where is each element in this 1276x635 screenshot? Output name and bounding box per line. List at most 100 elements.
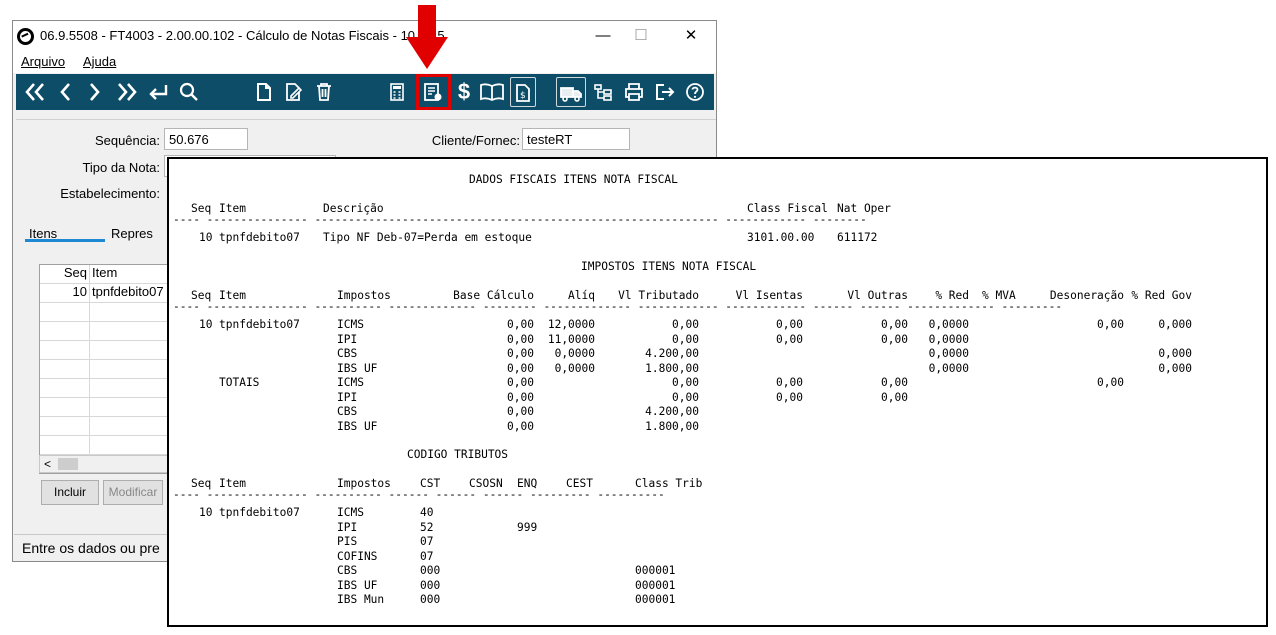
client-label: Cliente/Fornec: xyxy=(431,133,520,148)
s2-cell-red: 0,0000 xyxy=(928,318,969,331)
app-logo-icon xyxy=(17,28,34,45)
table-row[interactable] xyxy=(40,341,178,360)
search-icon[interactable] xyxy=(176,77,202,107)
menu-arquivo[interactable]: Arquivo xyxy=(21,54,65,69)
grid-header-item: Item xyxy=(92,265,118,280)
window-title: 06.9.5508 - FT4003 - 2.00.00.102 - Cálcu… xyxy=(40,28,445,43)
estabelecimento-label: Estabelecimento: xyxy=(60,186,160,201)
new-icon[interactable] xyxy=(252,77,276,107)
calculator-icon[interactable] xyxy=(386,77,408,107)
prev-icon[interactable] xyxy=(54,77,76,107)
modificar-button[interactable]: Modificar xyxy=(103,480,163,505)
seq-label: Sequência: xyxy=(94,133,160,148)
client-field[interactable]: testeRT xyxy=(522,128,630,150)
minimize-button[interactable]: — xyxy=(587,25,619,47)
exit-icon[interactable] xyxy=(652,77,678,107)
s2-cell-base: 0,00 xyxy=(507,332,534,346)
help-icon[interactable] xyxy=(682,77,708,107)
s2-total-tributado: 1.800,00 xyxy=(645,419,699,433)
s2-cell-imposto: ICMS xyxy=(337,318,364,331)
table-row[interactable] xyxy=(40,417,178,436)
s2-cell-base: 0,00 xyxy=(507,318,534,331)
tree-icon[interactable] xyxy=(590,77,616,107)
grid-scrollbar[interactable]: < xyxy=(39,455,179,473)
s1-row-item: tpnfdebito07 xyxy=(219,231,300,244)
s3-cell-cst: 52 xyxy=(420,520,434,534)
s2-cell-tributado: 4.200,00 xyxy=(645,347,699,360)
s2-cell-aliq: 11,0000 xyxy=(547,332,595,346)
s2-total-base: 0,00 xyxy=(507,419,534,433)
table-row[interactable] xyxy=(40,303,178,322)
s2-cell-isentas: 0,00 xyxy=(776,332,803,346)
menu-bar: Arquivo Ajuda xyxy=(13,51,716,73)
s2-total-imposto: IBS UF xyxy=(337,419,378,433)
table-row[interactable] xyxy=(40,436,178,455)
return-icon[interactable] xyxy=(144,77,172,107)
price-icon[interactable]: $ xyxy=(453,77,475,107)
s3-divider: ---- --------------- ---------- ------ -… xyxy=(173,488,665,501)
scroll-left-icon[interactable]: < xyxy=(44,456,51,472)
s1-row-nat-oper: 611172 xyxy=(837,231,878,244)
s1-row-seq: 10 xyxy=(199,231,213,244)
s3-cell-cst: 000 xyxy=(420,593,441,606)
s2-cell-tributado: 0,00 xyxy=(672,318,699,331)
grid-header: Seq Item xyxy=(40,265,178,284)
next-icon[interactable] xyxy=(84,77,106,107)
s2-total-outras: 0,00 xyxy=(881,390,908,404)
s3-cell-class-trib: 000001 xyxy=(635,578,676,592)
s2-cell-isentas: 0,00 xyxy=(776,318,803,331)
close-button[interactable]: ✕ xyxy=(675,25,707,47)
s3-cell-class-trib: 000001 xyxy=(635,593,676,606)
document-icon[interactable]: $ xyxy=(510,77,536,107)
print-icon[interactable] xyxy=(620,77,648,107)
last-icon[interactable] xyxy=(114,77,140,107)
maximize-button[interactable]: ☐ xyxy=(625,25,657,47)
seq-field[interactable]: 50.676 xyxy=(164,128,248,150)
table-row[interactable] xyxy=(40,360,178,379)
s2-divider: ---- --------------- ---------- --------… xyxy=(173,300,1063,313)
toolbar: $ $ xyxy=(16,74,714,110)
s2-total-base: 0,00 xyxy=(507,376,534,389)
s3-cell-cst: 000 xyxy=(420,564,441,577)
s2-cell-aliq: 0,0000 xyxy=(554,361,595,375)
table-row[interactable] xyxy=(40,322,178,341)
table-row[interactable] xyxy=(40,379,178,398)
s2-cell-imposto: IPI xyxy=(337,332,358,346)
first-icon[interactable] xyxy=(22,77,48,107)
edit-icon[interactable] xyxy=(282,77,306,107)
title-bar: 06.9.5508 - FT4003 - 2.00.00.102 - Cálcu… xyxy=(13,21,716,51)
s2-cell-red: 0,0000 xyxy=(928,347,969,360)
s2-item-name: tpnfdebito07 xyxy=(219,318,300,331)
highlight-box xyxy=(416,74,451,110)
s2-cell-desoneracao: 0,00 xyxy=(1097,318,1124,331)
s1-row-descricao: Tipo NF Deb-07=Perda em estoque xyxy=(323,231,532,244)
s3-cell-class-trib: 000001 xyxy=(635,564,676,577)
table-row[interactable] xyxy=(40,398,178,417)
s3-cell-imposto: PIS xyxy=(337,535,358,548)
s2-item-seq: 10 xyxy=(199,318,213,331)
s2-totals-label: TOTAIS xyxy=(219,376,260,389)
table-row[interactable]: 10 tpnfdebito07 xyxy=(40,284,178,303)
tab-repres[interactable]: Repres xyxy=(111,226,153,241)
s2-total-imposto: IPI xyxy=(337,390,358,404)
s2-cell-tributado: 0,00 xyxy=(672,332,699,346)
section3-title: CODIGO TRIBUTOS xyxy=(407,448,509,461)
s2-cell-aliq: 12,0000 xyxy=(547,318,595,331)
book-icon[interactable] xyxy=(477,77,507,107)
s2-cell-red-gov: 0,000 xyxy=(1158,361,1192,375)
delete-icon[interactable] xyxy=(312,77,336,107)
s2-cell-imposto: CBS xyxy=(337,347,358,360)
incluir-button[interactable]: Incluir xyxy=(41,480,99,505)
s1-row-class-fiscal: 3101.00.00 xyxy=(747,231,815,244)
s2-total-tributado: 0,00 xyxy=(672,376,699,389)
s3-cell-enq: 999 xyxy=(517,520,538,534)
section1-title: DADOS FISCAIS ITENS NOTA FISCAL xyxy=(469,173,678,186)
svg-text:$: $ xyxy=(520,91,526,101)
scroll-thumb[interactable] xyxy=(58,458,78,470)
truck-icon[interactable] xyxy=(556,77,586,107)
s2-cell-base: 0,00 xyxy=(507,361,534,375)
s2-total-desoneracao: 0,00 xyxy=(1097,376,1124,389)
menu-ajuda[interactable]: Ajuda xyxy=(83,54,116,69)
s3-cell-imposto: COFINS xyxy=(337,549,378,563)
s3-item-name: tpnfdebito07 xyxy=(219,506,300,519)
